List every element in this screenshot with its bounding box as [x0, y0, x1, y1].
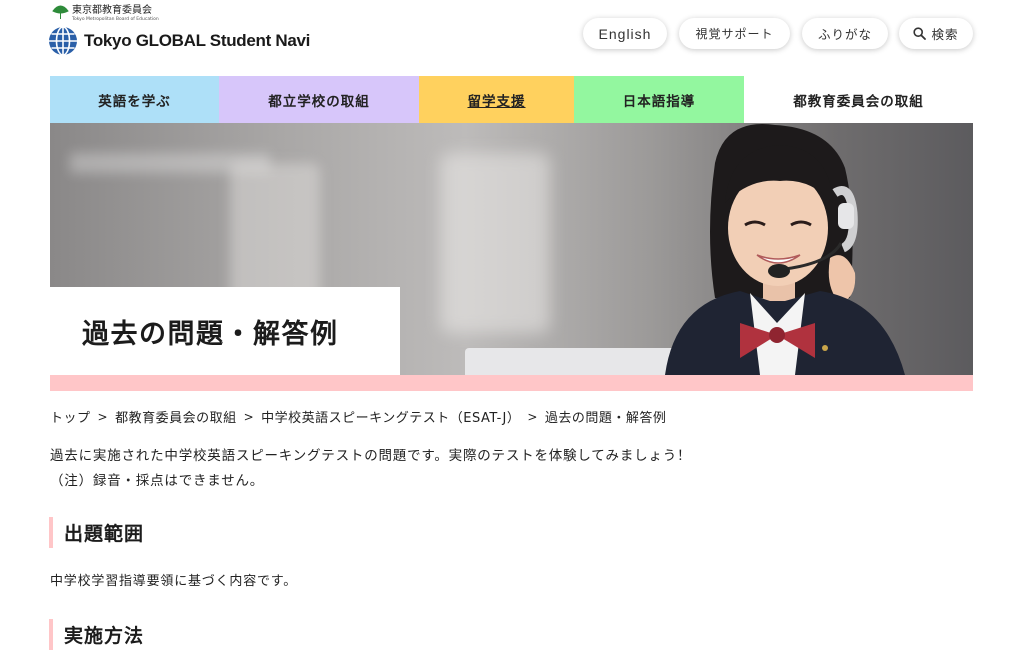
lead-text: 過去に実施された中学校英語スピーキングテストの問題です。実際のテストを体験してみ… — [50, 444, 691, 494]
nav-metropolitan-schools[interactable]: 都立学校の取組 — [219, 76, 419, 123]
breadcrumb-link-esat-j[interactable]: 中学校英語スピーキングテスト（ESAT-J） — [261, 407, 520, 426]
breadcrumb-separator: > — [527, 409, 538, 424]
breadcrumb: トップ > 都教育委員会の取組 > 中学校英語スピーキングテスト（ESAT-J）… — [50, 407, 667, 427]
page-title-box: 過去の問題・解答例 — [50, 287, 400, 375]
global-nav: 英語を学ぶ 都立学校の取組 留学支援 日本語指導 都教育委員会の取組 — [50, 76, 973, 123]
nav-study-abroad[interactable]: 留学支援 — [419, 76, 574, 123]
breadcrumb-link-top[interactable]: トップ — [50, 407, 91, 426]
org-name: 東京都教育委員会 — [72, 5, 152, 16]
student-with-headset-illustration — [665, 124, 905, 375]
section-heading: 実施方法 — [49, 619, 144, 650]
ginkgo-leaf-icon — [52, 5, 69, 19]
globe-icon — [49, 26, 77, 56]
search-icon — [913, 27, 927, 40]
org-name-en: Tokyo Metropolitan Board of Education — [72, 17, 159, 22]
breadcrumb-separator: > — [243, 409, 255, 424]
breadcrumb-current: 過去の問題・解答例 — [544, 411, 667, 426]
nav-japanese-instruction[interactable]: 日本語指導 — [574, 76, 744, 123]
accent-divider — [50, 375, 973, 391]
breadcrumb-link-board-initiatives[interactable]: 都教育委員会の取組 — [115, 407, 237, 426]
visual-support-button[interactable]: 視覚サポート — [679, 18, 790, 49]
site-header: 東京都教育委員会 Tokyo Metropolitan Board of Edu… — [0, 0, 1024, 76]
site-logo[interactable]: Tokyo GLOBAL Student Navi — [48, 26, 310, 56]
furigana-button[interactable]: ふりがな — [802, 18, 888, 49]
nav-learn-english[interactable]: 英語を学ぶ — [50, 76, 219, 123]
breadcrumb-separator: > — [97, 409, 109, 424]
english-button[interactable]: English — [583, 18, 667, 49]
lead-line: 過去に実施された中学校英語スピーキングテストの問題です。実際のテストを体験してみ… — [50, 448, 692, 464]
search-label: 検索 — [931, 27, 959, 42]
page-title: 過去の問題・解答例 — [82, 318, 339, 350]
search-button[interactable]: 検索 — [899, 18, 973, 49]
section-text: 中学校学習指導要領に基づく内容です。 — [50, 574, 298, 589]
section-heading: 出題範囲 — [49, 517, 144, 548]
nav-board-initiatives[interactable]: 都教育委員会の取組 — [744, 76, 973, 123]
org-logo[interactable]: 東京都教育委員会 Tokyo Metropolitan Board of Edu… — [52, 5, 159, 22]
lead-note: （注）録音・採点はできません。 — [50, 473, 265, 489]
site-name: Tokyo GLOBAL Student Navi — [84, 31, 311, 50]
